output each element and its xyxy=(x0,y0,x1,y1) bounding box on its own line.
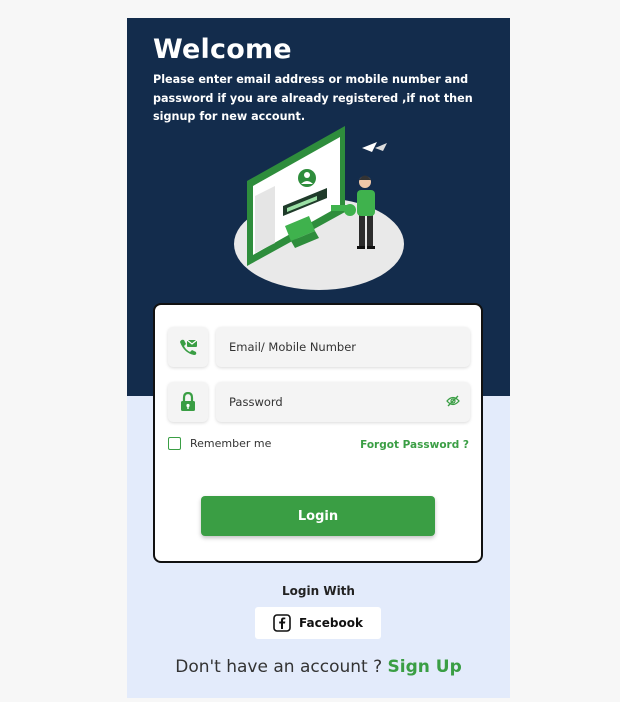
remember-me[interactable]: Remember me xyxy=(168,437,271,450)
password-field[interactable] xyxy=(216,382,470,422)
facebook-label: Facebook xyxy=(299,616,363,630)
login-screen: Welcome Please enter email address or mo… xyxy=(127,18,510,698)
eye-off-icon[interactable] xyxy=(446,395,460,407)
signup-question: Don't have an account ? xyxy=(175,657,383,677)
facebook-icon xyxy=(273,614,291,632)
remember-label: Remember me xyxy=(190,437,272,450)
email-input[interactable] xyxy=(229,327,429,367)
login-with-heading: Login With xyxy=(282,584,355,598)
phone-mail-icon xyxy=(180,339,198,355)
signup-prompt: Don't have an account ? Sign Up xyxy=(127,657,510,677)
welcome-description: Please enter email address or mobile num… xyxy=(153,73,473,123)
signup-link[interactable]: Sign Up xyxy=(388,657,462,677)
page-title: Welcome xyxy=(153,34,292,65)
email-icon-box xyxy=(168,327,208,367)
lock-icon xyxy=(181,392,195,411)
email-field[interactable] xyxy=(216,327,470,367)
login-illustration xyxy=(234,126,404,290)
password-input[interactable] xyxy=(229,382,429,422)
login-button[interactable]: Login xyxy=(201,496,435,536)
login-card: Remember me Forgot Password ? Login xyxy=(153,303,483,563)
remember-checkbox[interactable] xyxy=(168,437,181,450)
forgot-password-link[interactable]: Forgot Password ? xyxy=(360,439,469,451)
facebook-button[interactable]: Facebook xyxy=(255,607,381,639)
password-icon-box xyxy=(168,382,208,422)
